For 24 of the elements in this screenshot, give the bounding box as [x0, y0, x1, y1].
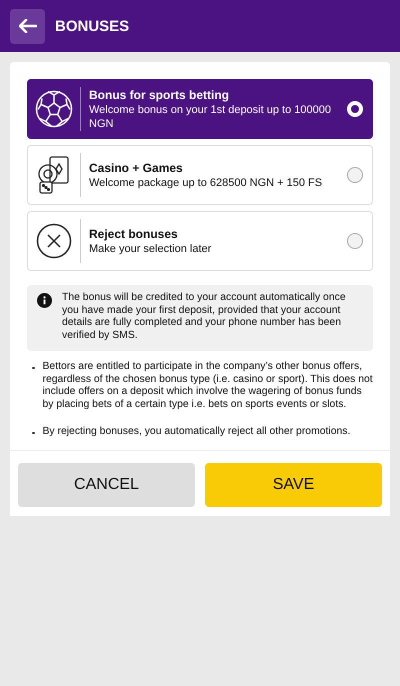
save-button[interactable]: SAVE: [205, 463, 382, 508]
bonus-option[interactable]: Casino + Games Welcome package up to 628500 NGN + 150 FS: [27, 145, 373, 205]
back-button[interactable]: [10, 8, 45, 44]
soccer-ball-icon: [35, 90, 73, 128]
cancel-button[interactable]: CANCEL: [18, 463, 195, 508]
option-title: Casino + Games: [89, 160, 184, 174]
note-text: By rejecting bonuses, you automatically reject all other promotions.: [42, 426, 350, 438]
back-arrow-icon: [18, 19, 36, 33]
option-title: Bonus for sports betting: [89, 88, 230, 102]
radio-button[interactable]: [347, 167, 363, 183]
info-text: The bonus will be credited to your account automatically once you have made your first deposit, provided that your account details are fully completed and your phone number has been verified by SMS.: [62, 292, 347, 343]
option-description: Make your selection later: [89, 242, 212, 256]
option-description: Welcome package up to 628500 NGN + 150 FS: [89, 176, 324, 190]
bullet-icon: [32, 366, 34, 370]
page-title: BONUSES: [55, 18, 130, 34]
bonus-option[interactable]: Reject bonuses Make your selection later: [27, 211, 373, 271]
option-description: Welcome bonus on your 1st deposit up to 100000 NGN: [89, 102, 332, 130]
cross-circle-icon: [36, 223, 72, 259]
bullet-icon: [32, 432, 34, 434]
bonus-option[interactable]: Bonus for sports betting Welcome bonus on your 1st deposit up to 100000 NGN: [27, 79, 373, 139]
info-icon: [37, 293, 52, 308]
option-title: Reject bonuses: [89, 226, 179, 240]
radio-button[interactable]: [347, 233, 363, 249]
note-text: Bettors are entitled to participate in the company’s other bonus offers, regardless of the chosen bonus type (i.e. casino or sport). This does not include offers on a deposit which involve the wagering of bonus funds by placing bets of a certain type i.e. bets on sports events or slots.: [42, 360, 373, 412]
